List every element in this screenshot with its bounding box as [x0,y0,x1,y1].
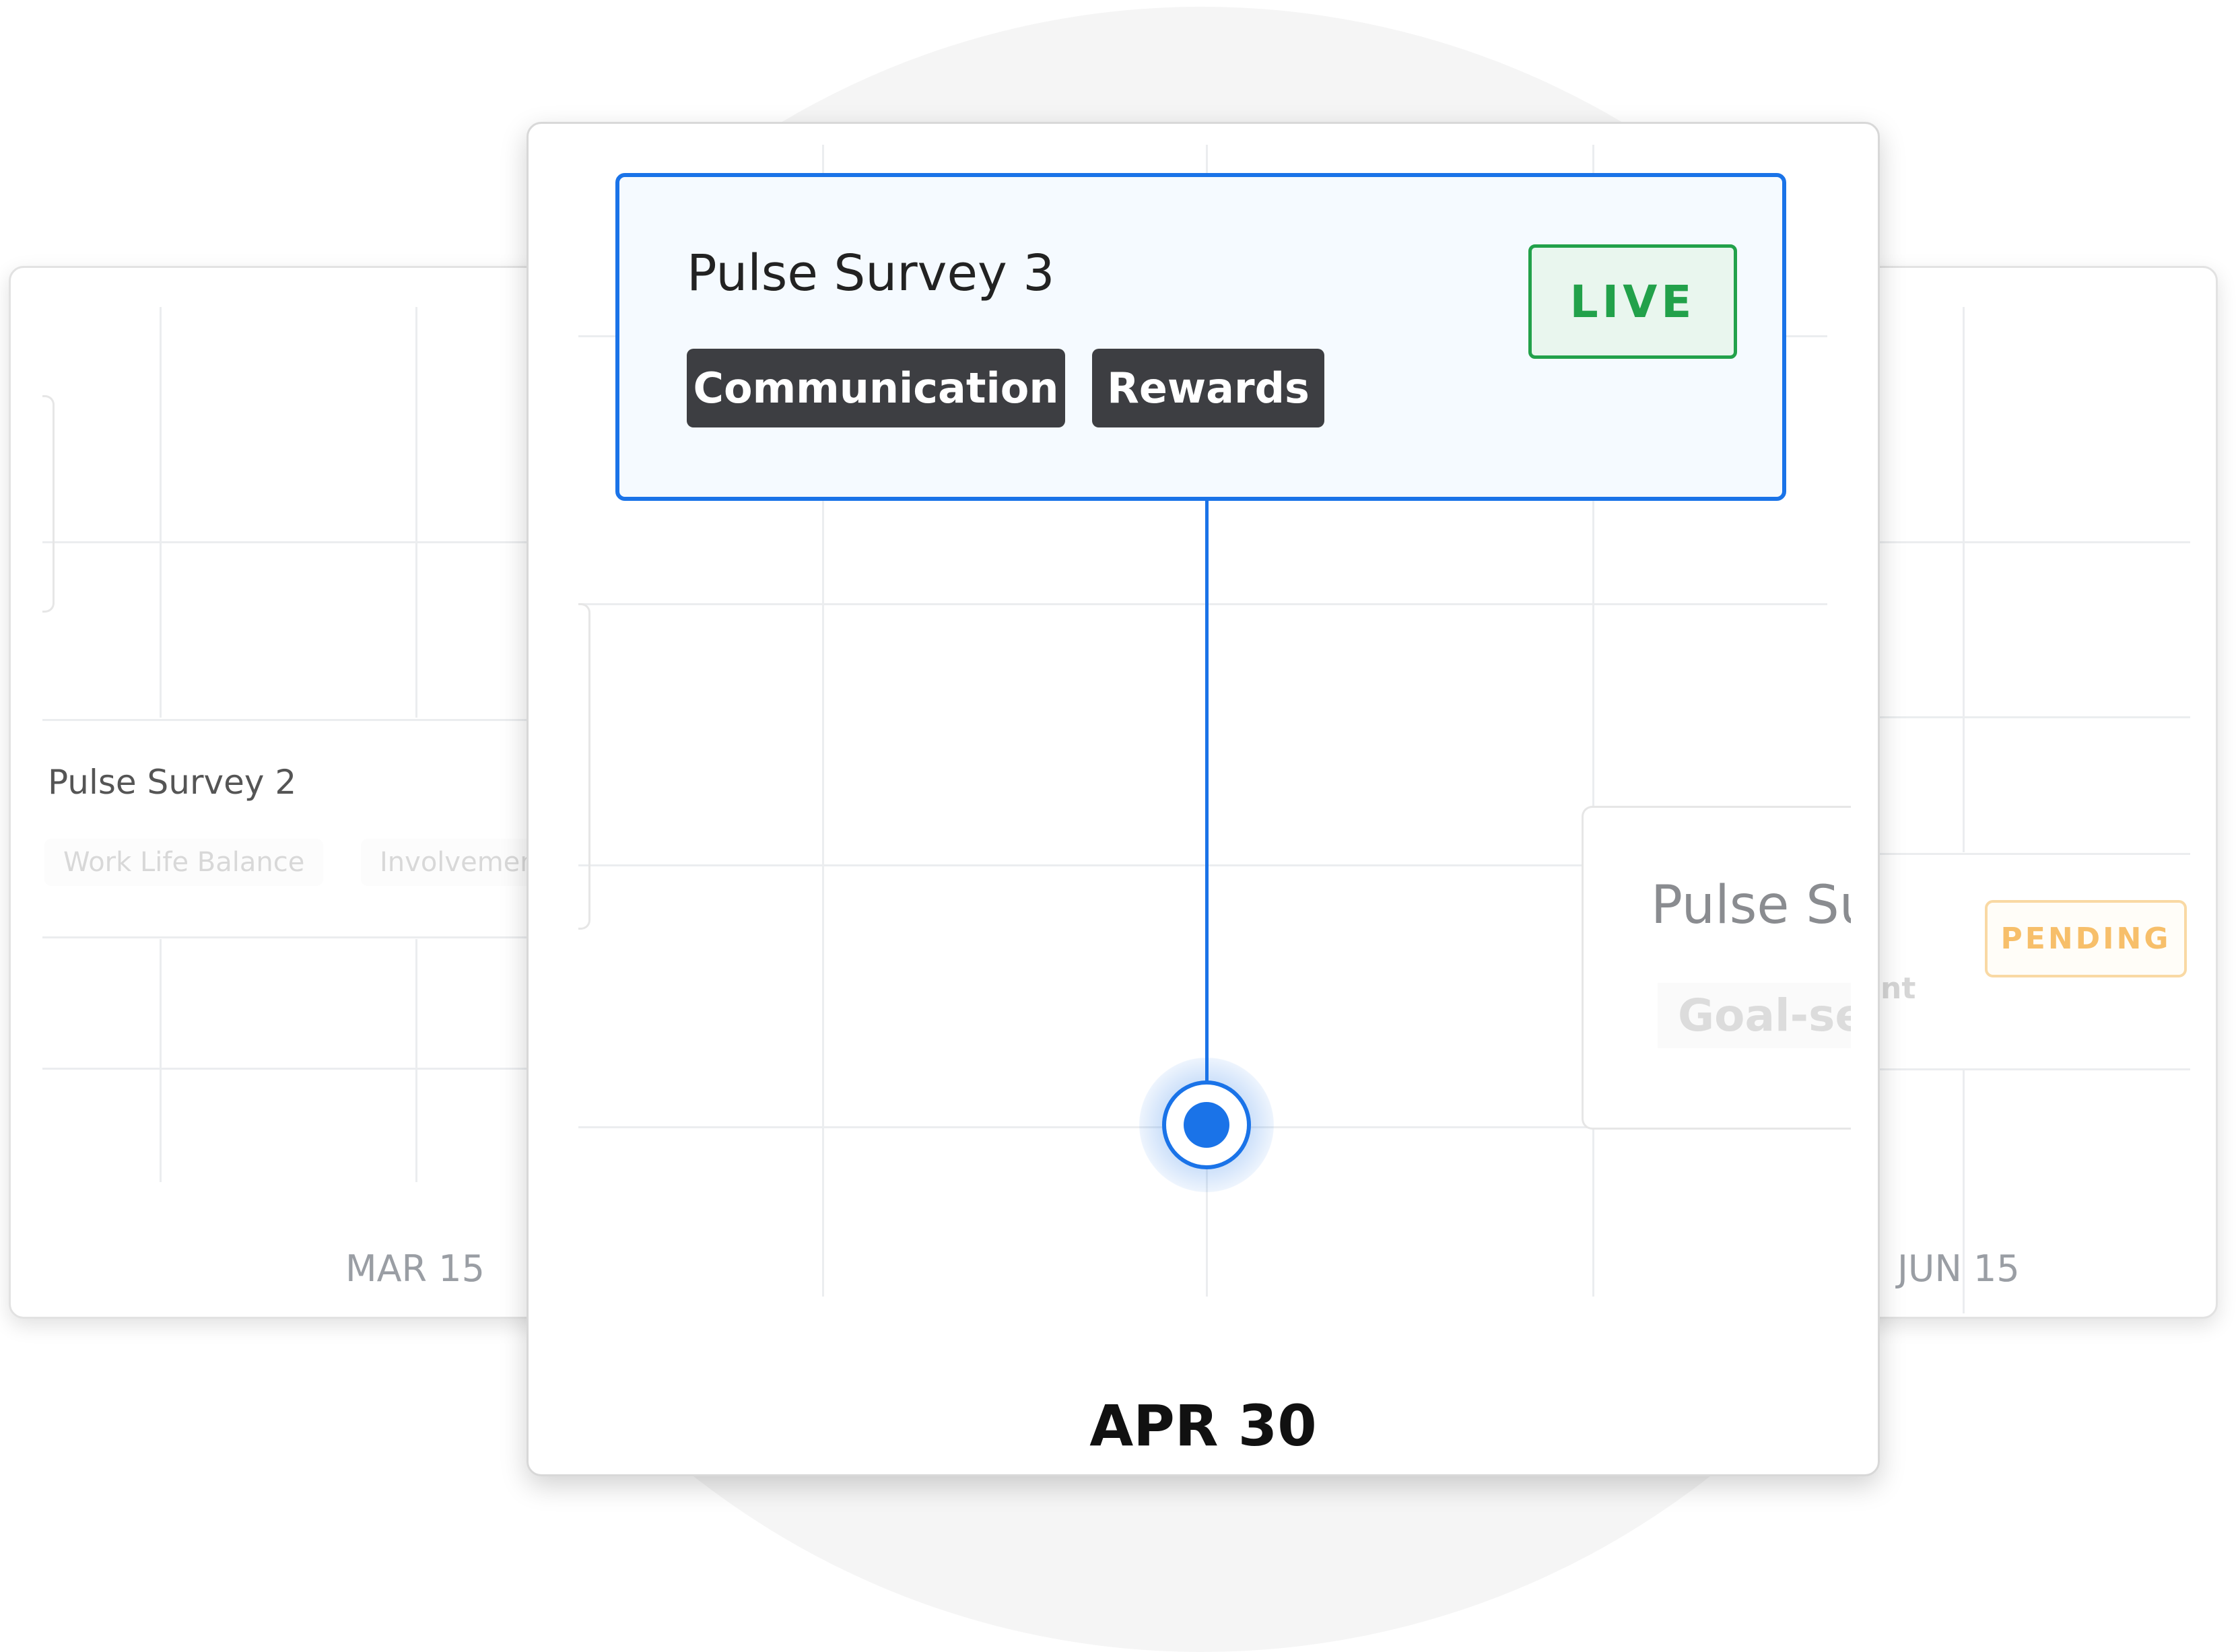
grid-line [415,307,417,718]
next-survey-card[interactable]: Pulse Su Goal-se [1582,806,1851,1130]
grid-line [42,936,545,938]
survey-title: Pulse Survey 3 [687,244,1055,302]
bracket [42,395,55,613]
status-badge-pending: PENDING [1985,900,2187,977]
grid-line [160,939,162,1182]
grid-line [42,719,545,721]
survey-card-apr-30[interactable]: Pulse Su Goal-se Pulse Survey 3 Communic… [527,122,1880,1476]
tag-involvement: Involvemen [361,839,545,886]
active-survey-box[interactable]: Pulse Survey 3 Communication Rewards LIV… [615,173,1786,501]
next-survey-title: Pulse Su [1651,875,1851,936]
grid-line [42,541,545,543]
grid-line [1860,716,2190,718]
timeline-connector [1205,500,1209,1105]
status-badge-live: LIVE [1528,244,1737,359]
tag-work-life-balance: Work Life Balance [44,839,324,886]
grid-line [42,1068,545,1070]
grid-line [1963,307,1965,852]
grid-line [578,603,1827,605]
timeline-marker-dot [1184,1102,1229,1148]
tag-fragment: nt [1880,971,1916,1006]
survey-card-mar-15[interactable]: Pulse Survey 2 Work Life Balance Involve… [9,266,547,1319]
timeline-marker[interactable] [1162,1080,1251,1169]
date-label: MAR 15 [345,1247,485,1290]
date-label: APR 30 [1089,1393,1317,1459]
grid-line [1860,541,2190,543]
grid-line [415,939,417,1182]
grid-line [160,307,162,718]
tag-rewards: Rewards [1092,349,1324,427]
date-label: JUN 15 [1897,1247,2020,1290]
tag-communication: Communication [687,349,1065,427]
next-survey-tag: Goal-se [1658,983,1851,1048]
survey-title: Pulse Survey 2 [48,763,297,802]
survey-card-jun-15[interactable]: nt PENDING JUN 15 [1858,266,2218,1319]
bracket [578,603,590,930]
